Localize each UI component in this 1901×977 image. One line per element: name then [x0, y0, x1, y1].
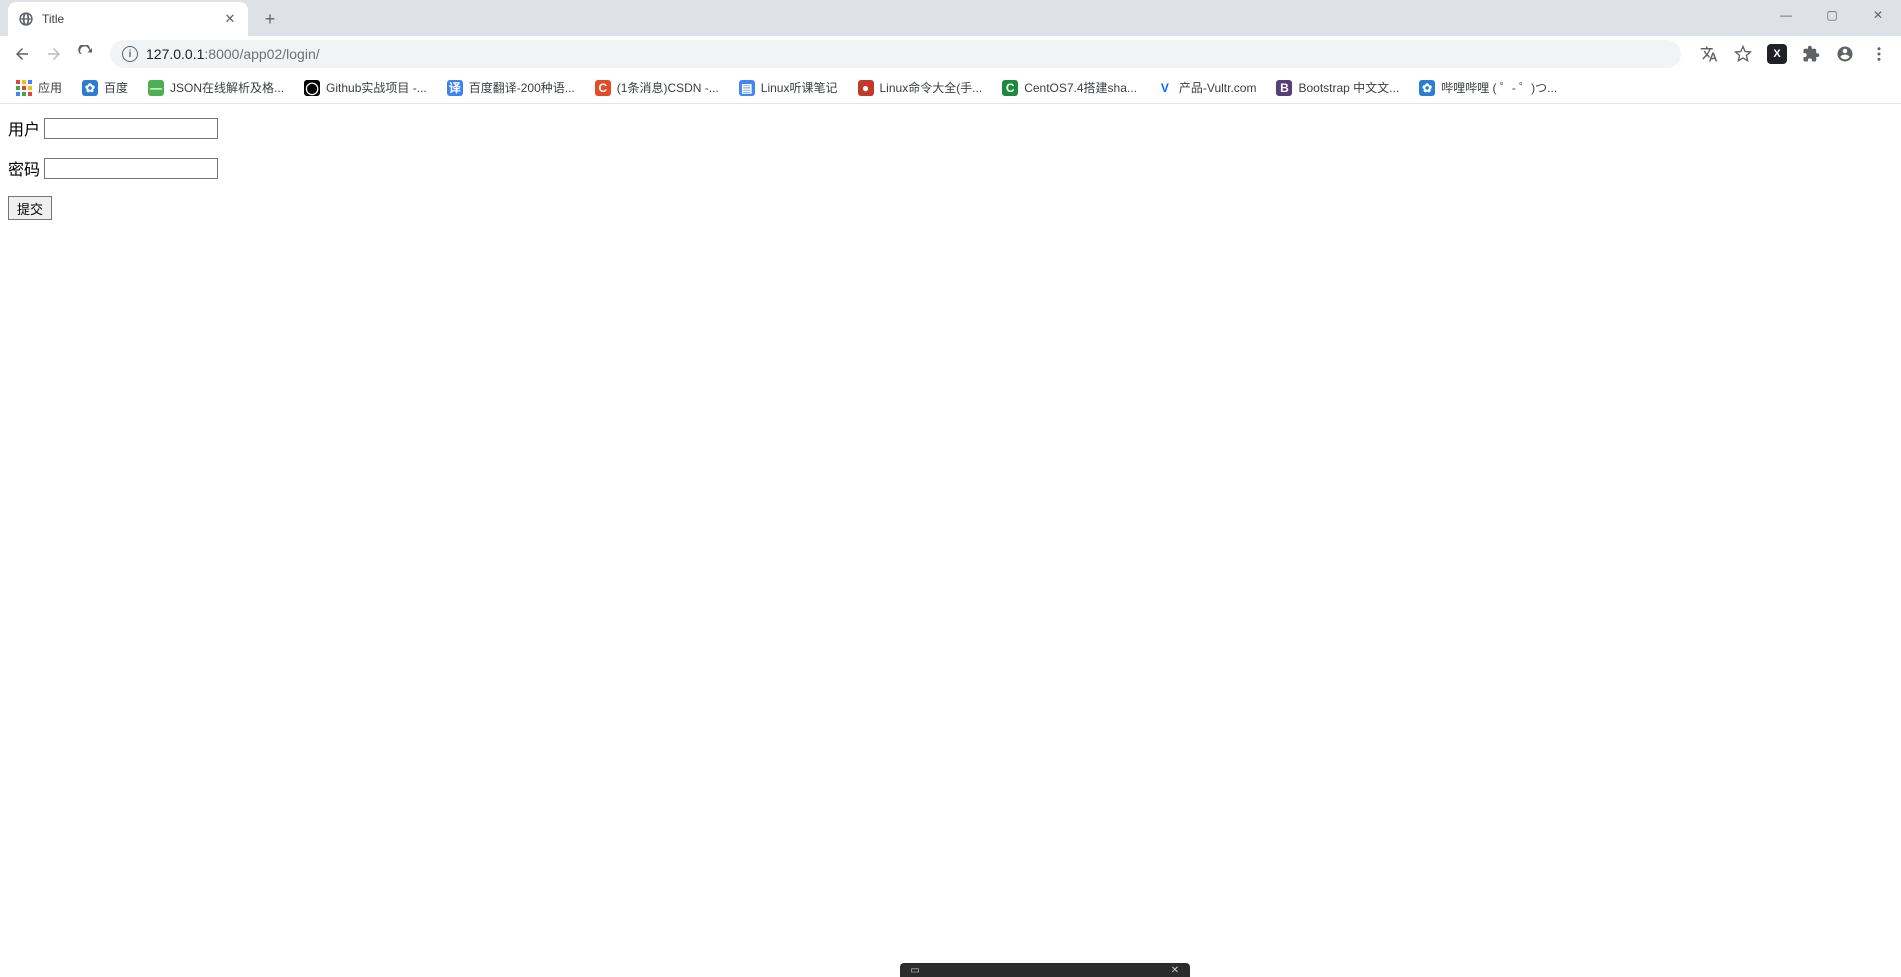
bookmark-label: Linux听课笔记	[761, 79, 838, 96]
forward-button[interactable]	[40, 40, 68, 68]
toolbar-right: X	[1695, 40, 1893, 68]
bookmark-item[interactable]: 译百度翻译-200种语...	[439, 75, 583, 100]
close-tab-icon[interactable]: ✕	[222, 11, 238, 27]
star-icon[interactable]	[1729, 40, 1757, 68]
bookmark-favicon: V	[1157, 80, 1173, 96]
bottom-overlay-strip: ▭ ✕	[900, 963, 1190, 977]
bookmark-item[interactable]: C CentOS7.4搭建sha...	[994, 75, 1145, 100]
apps-shortcut[interactable]: 应用	[8, 75, 70, 100]
bookmark-label: (1条消息)CSDN -...	[617, 79, 719, 96]
bookmark-item[interactable]: ✿ 百度	[74, 75, 136, 100]
tab-title: Title	[42, 12, 214, 26]
bookmark-favicon: C	[595, 80, 611, 96]
window-controls: — ▢ ✕	[1763, 0, 1901, 30]
bookmark-favicon: —	[148, 80, 164, 96]
window-close-button[interactable]: ✕	[1855, 0, 1901, 30]
kebab-menu-icon[interactable]	[1865, 40, 1893, 68]
bookmark-item[interactable]: ▤ Linux听课笔记	[731, 75, 846, 100]
maximize-button[interactable]: ▢	[1809, 0, 1855, 30]
bookmark-label: 百度翻译-200种语...	[469, 79, 575, 96]
bookmark-label: 哔哩哔哩 ( ゜- ゜)つ...	[1441, 79, 1557, 96]
bookmark-label: Bootstrap 中文文...	[1298, 79, 1399, 96]
bookmark-item[interactable]: ✿ 哔哩哔哩 ( ゜- ゜)つ...	[1411, 75, 1565, 100]
bookmark-label: Linux命令大全(手...	[880, 79, 983, 96]
extension-badge-icon[interactable]: X	[1763, 40, 1791, 68]
user-input[interactable]	[44, 118, 218, 139]
user-label: 用户	[8, 116, 40, 140]
browser-toolbar: i 127.0.0.1:8000/app02/login/ X	[0, 36, 1901, 72]
bookmark-favicon: ●	[858, 80, 874, 96]
password-label: 密码	[8, 156, 40, 180]
bookmark-label: CentOS7.4搭建sha...	[1024, 79, 1137, 96]
bookmark-item[interactable]: C (1条消息)CSDN -...	[587, 75, 727, 100]
url-text: 127.0.0.1:8000/app02/login/	[146, 46, 320, 62]
overlay-left-icon: ▭	[908, 963, 922, 977]
apps-grid-icon	[16, 80, 32, 96]
bookmark-label: Github实战项目 -...	[326, 79, 427, 96]
bookmark-item[interactable]: ◯ Github实战项目 -...	[296, 75, 435, 100]
bookmark-label: JSON在线解析及格...	[170, 79, 284, 96]
overlay-right-icon: ✕	[1168, 963, 1182, 977]
site-info-icon[interactable]: i	[122, 46, 138, 62]
bookmark-favicon: ✿	[1419, 80, 1435, 96]
translate-icon[interactable]	[1695, 40, 1723, 68]
bookmark-favicon: B	[1276, 80, 1292, 96]
bookmark-label: 产品-Vultr.com	[1179, 79, 1257, 96]
bookmark-label: 百度	[104, 79, 128, 96]
bookmark-item[interactable]: ● Linux命令大全(手...	[850, 75, 991, 100]
minimize-button[interactable]: —	[1763, 0, 1809, 30]
bookmark-item[interactable]: — JSON在线解析及格...	[140, 75, 292, 100]
globe-icon	[18, 11, 34, 27]
back-button[interactable]	[8, 40, 36, 68]
extensions-icon[interactable]	[1797, 40, 1825, 68]
bookmark-favicon: ▤	[739, 80, 755, 96]
page-content: 用户 密码 提交	[0, 104, 1901, 248]
bookmark-item[interactable]: B Bootstrap 中文文...	[1268, 75, 1407, 100]
browser-tab[interactable]: Title ✕	[8, 2, 248, 36]
bookmark-favicon: 译	[447, 80, 463, 96]
bookmark-favicon: ◯	[304, 80, 320, 96]
bookmark-item[interactable]: V 产品-Vultr.com	[1149, 75, 1265, 100]
profile-icon[interactable]	[1831, 40, 1859, 68]
reload-button[interactable]	[72, 40, 100, 68]
bookmark-favicon: ✿	[82, 80, 98, 96]
address-bar[interactable]: i 127.0.0.1:8000/app02/login/	[110, 40, 1681, 68]
apps-label: 应用	[38, 79, 62, 96]
bookmarks-bar: 应用 ✿ 百度 — JSON在线解析及格... ◯ Github实战项目 -... 译百度翻…	[0, 72, 1901, 104]
submit-button[interactable]: 提交	[8, 196, 52, 220]
tab-strip: Title ✕ + — ▢ ✕	[0, 0, 1901, 36]
login-form: 用户 密码 提交	[8, 116, 1893, 220]
bookmark-favicon: C	[1002, 80, 1018, 96]
new-tab-button[interactable]: +	[256, 5, 284, 33]
password-input[interactable]	[44, 158, 218, 179]
